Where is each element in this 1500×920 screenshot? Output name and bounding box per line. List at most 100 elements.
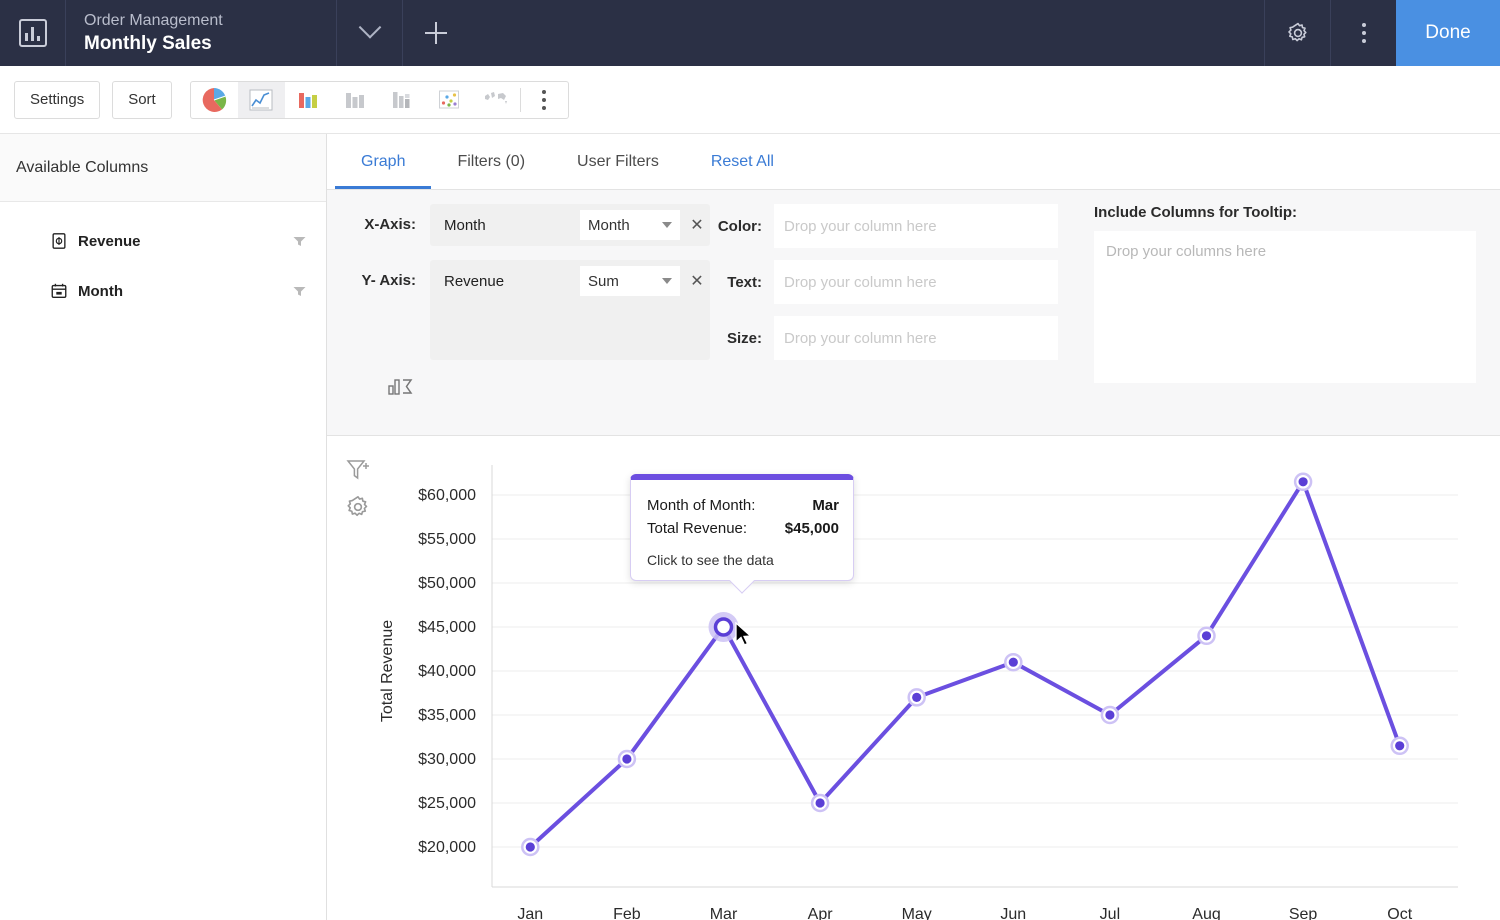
calendar-icon [50, 282, 68, 300]
funnel-icon[interactable] [293, 236, 306, 247]
x-axis-aggregation-select[interactable]: Month [580, 210, 680, 240]
text-row: Text: Drop your column here [712, 260, 1072, 304]
x-axis-remove-button[interactable]: ✕ [684, 215, 710, 235]
tab-filters[interactable]: Filters (0) [431, 135, 551, 189]
x-axis-tick-label: Jun [1000, 906, 1026, 920]
tooltip-value: Mar [812, 497, 839, 514]
data-point[interactable] [1105, 710, 1114, 719]
data-point[interactable] [816, 798, 825, 807]
columns-list: Revenue Month [0, 202, 326, 330]
funnel-icon[interactable] [293, 286, 306, 297]
y-axis-tick-label: $55,000 [418, 531, 476, 548]
done-button[interactable]: Done [1396, 0, 1500, 66]
data-point[interactable] [716, 619, 732, 635]
tooltip-hint: Click to see the data [631, 540, 853, 568]
x-axis-tick-label: Mar [710, 906, 738, 920]
axis-shelf: X-Axis: Month Month ✕ Y- Axis: R [327, 204, 712, 417]
x-axis-tick-label: Aug [1192, 906, 1220, 920]
text-dropzone[interactable]: Drop your column here [774, 260, 1058, 304]
data-point[interactable] [526, 842, 535, 851]
y-axis-tick-label: $30,000 [418, 751, 476, 768]
column-item-revenue[interactable]: Revenue [12, 216, 314, 266]
text-label: Text: [712, 274, 774, 291]
y-axis-summary-row [352, 374, 712, 403]
tooltip-key: Total Revenue: [647, 520, 747, 537]
tooltip-shelf: Include Columns for Tooltip: Drop your c… [1072, 204, 1500, 417]
x-axis-tick-label: Apr [808, 906, 834, 920]
settings-toolbar-button[interactable]: Settings [14, 81, 100, 119]
x-axis-tick-label: Oct [1387, 906, 1412, 920]
chart-more-options-button[interactable] [521, 82, 568, 118]
tooltip-row: Month of Month: Mar [631, 494, 853, 517]
y-axis-tick-label: $35,000 [418, 707, 476, 724]
color-row: Color: Drop your column here [712, 204, 1072, 248]
data-point[interactable] [1395, 741, 1404, 750]
data-point[interactable] [1299, 477, 1308, 486]
scatter-chart-icon[interactable] [426, 82, 473, 118]
more-options-button[interactable] [1330, 0, 1396, 66]
y-axis-tick-label: $50,000 [418, 575, 476, 592]
data-point[interactable] [1009, 658, 1018, 667]
data-point[interactable] [1202, 631, 1211, 640]
caret-down-icon [662, 278, 672, 284]
y-axis-aggregation-select[interactable]: Sum [580, 266, 680, 296]
size-label: Size: [712, 330, 774, 347]
kebab-menu-icon [542, 90, 546, 110]
chart-toolbar: Settings Sort [0, 66, 1500, 134]
data-point[interactable] [912, 693, 921, 702]
caret-down-icon [662, 222, 672, 228]
y-axis-row: Y- Axis: Revenue Sum ✕ [352, 260, 712, 360]
column-chart-icon[interactable] [285, 82, 332, 118]
workspace-name: Order Management [84, 10, 336, 32]
x-axis-field: Month [444, 217, 486, 234]
bar-chart-icon[interactable] [332, 82, 379, 118]
x-axis-pill[interactable]: Month Month ✕ [430, 204, 710, 246]
available-columns-title: Available Columns [0, 134, 326, 202]
data-point[interactable] [622, 754, 631, 763]
column-label: Revenue [78, 233, 141, 250]
sort-button[interactable]: Sort [112, 81, 172, 119]
add-report-button[interactable] [402, 0, 468, 66]
stacked-bar-chart-icon[interactable] [379, 82, 426, 118]
column-item-month[interactable]: Month [12, 266, 314, 316]
x-axis-tick-label: Jan [517, 906, 543, 920]
mouse-cursor-icon [735, 622, 757, 650]
x-axis-row: X-Axis: Month Month ✕ [352, 204, 712, 246]
settings-button[interactable] [1264, 0, 1330, 66]
currency-icon [50, 232, 68, 250]
page-title: Monthly Sales [84, 32, 336, 56]
reset-all-button[interactable]: Reset All [685, 135, 800, 189]
report-switcher-button[interactable] [336, 0, 402, 66]
color-label: Color: [712, 218, 774, 235]
chart-tooltip: Month of Month: Mar Total Revenue: $45,0… [630, 474, 854, 581]
y-axis-remove-button[interactable]: ✕ [684, 271, 710, 291]
pie-chart-icon[interactable] [191, 82, 238, 118]
line-chart-icon[interactable] [238, 82, 285, 118]
plus-icon [425, 22, 447, 44]
size-dropzone[interactable]: Drop your column here [774, 316, 1058, 360]
kebab-menu-icon [1362, 23, 1366, 43]
x-axis-tick-label: Jul [1100, 906, 1120, 920]
tooltip-key: Month of Month: [647, 497, 755, 514]
mark-shelf: Color: Drop your column here Text: Drop … [712, 204, 1072, 417]
y-axis-pill[interactable]: Revenue Sum ✕ [430, 260, 710, 360]
chart-sigma-icon[interactable] [388, 374, 416, 398]
x-axis-label: X-Axis: [352, 204, 430, 246]
y-axis-title: Total Revenue [379, 620, 396, 722]
color-dropzone[interactable]: Drop your column here [774, 204, 1058, 248]
chart-sigma-icon-wrap [352, 374, 430, 403]
header-spacer [468, 0, 1264, 66]
column-label: Month [78, 283, 123, 300]
y-axis-tick-label: $40,000 [418, 663, 476, 680]
chart-type-group [190, 81, 569, 119]
tab-graph[interactable]: Graph [335, 135, 431, 189]
chevron-down-icon [358, 16, 381, 39]
report-title-block: Order Management Monthly Sales [66, 0, 336, 66]
y-axis-label: Y- Axis: [352, 260, 430, 302]
x-axis-tick-label: Sep [1289, 906, 1318, 920]
tab-user-filters[interactable]: User Filters [551, 135, 685, 189]
tooltip-columns-dropzone[interactable]: Drop your columns here [1094, 231, 1476, 383]
y-axis-tick-label: $25,000 [418, 795, 476, 812]
map-chart-icon[interactable] [473, 82, 520, 118]
x-axis-aggregation-value: Month [588, 217, 630, 234]
